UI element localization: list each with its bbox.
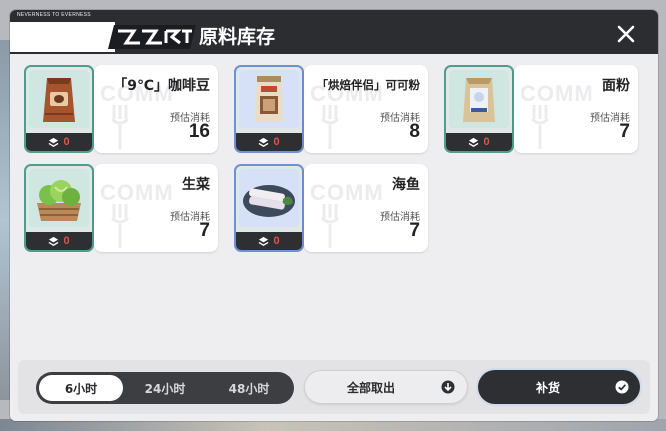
ingredient-icon-frame: 0 <box>24 164 94 252</box>
download-circle-icon <box>441 380 455 394</box>
inventory-window: NEVERNESS TO EVERNESS 原料库存 0 COMM 「9℃」咖啡… <box>10 10 658 421</box>
estimate-value: 7 <box>619 121 630 142</box>
stock-indicator: 0 <box>26 232 92 250</box>
stock-indicator: 0 <box>446 133 512 151</box>
take-all-button[interactable]: 全部取出 <box>304 370 468 404</box>
tab-48h[interactable]: 48小时 <box>207 375 291 401</box>
title-bar: NEVERNESS TO EVERNESS 原料库存 <box>10 10 658 54</box>
tab-6h[interactable]: 6小时 <box>39 375 123 401</box>
stock-indicator: 0 <box>26 133 92 151</box>
ingredient-icon-frame: 0 <box>234 65 304 153</box>
estimate-value: 7 <box>199 220 210 241</box>
fork-watermark-icon <box>530 105 550 149</box>
ingredient-slot[interactable]: 0 COMM 「烘焙伴侣」可可粉 预估消耗 8 <box>234 65 428 153</box>
title-bar-accent <box>10 22 115 52</box>
fork-watermark-icon <box>320 204 340 248</box>
fork-watermark-icon <box>110 204 130 248</box>
fork-watermark-icon <box>110 105 130 149</box>
stack-icon <box>49 137 59 147</box>
ingredient-slot[interactable]: 0 COMM 生菜 预估消耗 7 <box>24 164 218 252</box>
stock-count: 0 <box>63 235 70 247</box>
time-range-toggle: 6小时 24小时 48小时 <box>36 372 294 404</box>
stock-count: 0 <box>273 235 280 247</box>
window-title: 原料库存 <box>199 26 276 48</box>
action-bar: 6小时 24小时 48小时 全部取出 补货 <box>18 360 650 414</box>
fork-watermark-icon <box>320 105 340 149</box>
cocoa-powder-icon <box>239 70 299 128</box>
take-all-label: 全部取出 <box>346 381 395 395</box>
sea-fish-icon <box>239 169 299 227</box>
stock-count: 0 <box>63 136 70 148</box>
ingredient-name: 「9℃」咖啡豆 <box>113 78 210 94</box>
ingredient-icon-frame: 0 <box>24 65 94 153</box>
lettuce-crate-icon <box>29 169 89 227</box>
brand-tagline: NEVERNESS TO EVERNESS <box>17 12 91 18</box>
card-watermark: COMM <box>310 180 384 205</box>
ingredient-name: 生菜 <box>182 177 210 193</box>
estimate-value: 16 <box>188 121 210 142</box>
card-watermark: COMM <box>520 81 594 106</box>
restock-label: 补货 <box>535 381 560 395</box>
ingredient-info-card: COMM 「9℃」咖啡豆 预估消耗 16 <box>94 65 218 153</box>
ingredient-name: 面粉 <box>602 78 630 94</box>
estimate-value: 8 <box>409 121 420 142</box>
stack-icon <box>259 137 269 147</box>
check-circle-icon <box>615 380 629 394</box>
tab-24h[interactable]: 24小时 <box>123 375 207 401</box>
stack-icon <box>259 236 269 246</box>
ingredient-slot[interactable]: 0 COMM 「9℃」咖啡豆 预估消耗 16 <box>24 65 218 153</box>
stack-icon <box>49 236 59 246</box>
ingredient-slot[interactable]: 0 COMM 海鱼 预估消耗 7 <box>234 164 428 252</box>
ingredient-info-card: COMM 生菜 预估消耗 7 <box>94 164 218 252</box>
ingredient-icon-frame: 0 <box>444 65 514 153</box>
stock-count: 0 <box>273 136 280 148</box>
stock-indicator: 0 <box>236 232 302 250</box>
card-watermark: COMM <box>100 180 174 205</box>
ingredient-slot[interactable]: 0 COMM 面粉 预估消耗 7 <box>444 65 638 153</box>
flour-bag-icon <box>449 70 509 128</box>
stock-indicator: 0 <box>236 133 302 151</box>
ingredient-grid: 0 COMM 「9℃」咖啡豆 预估消耗 16 0 COMM 「烘焙伴侣」可可粉 … <box>10 54 658 421</box>
ingredient-icon-frame: 0 <box>234 164 304 252</box>
estimate-value: 7 <box>409 220 420 241</box>
ingredient-info-card: COMM 「烘焙伴侣」可可粉 预估消耗 8 <box>304 65 428 153</box>
ingredient-info-card: COMM 海鱼 预估消耗 7 <box>304 164 428 252</box>
coffee-bean-bag-icon <box>29 70 89 128</box>
game-logo <box>108 25 196 49</box>
ingredient-name: 海鱼 <box>392 177 420 193</box>
restock-button[interactable]: 补货 <box>478 370 640 404</box>
ingredient-name: 「烘焙伴侣」可可粉 <box>316 78 421 92</box>
stock-count: 0 <box>483 136 490 148</box>
close-icon[interactable] <box>614 22 638 46</box>
ingredient-info-card: COMM 面粉 预估消耗 7 <box>514 65 638 153</box>
stack-icon <box>469 137 479 147</box>
